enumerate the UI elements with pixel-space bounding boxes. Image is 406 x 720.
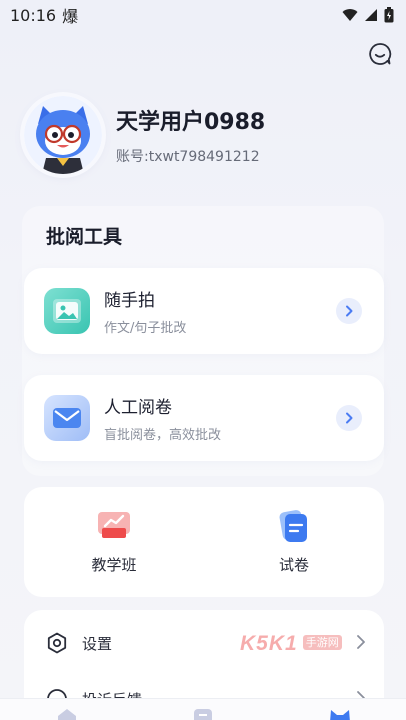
tool-subtitle: 盲批阅卷，高效批改 bbox=[104, 428, 222, 443]
status-bar: 10:16 爆 bbox=[0, 0, 406, 30]
cat-mascot-icon bbox=[24, 96, 102, 174]
document-icon bbox=[279, 509, 307, 542]
watermark-logo: K5K1 手游网 bbox=[240, 632, 352, 658]
battery-icon bbox=[384, 7, 394, 23]
watermark-sub: 手游网 bbox=[302, 635, 342, 650]
tool-subtitle: 作文/句子批改 bbox=[104, 321, 187, 336]
bottom-nav bbox=[0, 698, 406, 720]
chevron-right-icon bbox=[336, 405, 362, 431]
list-icon bbox=[194, 709, 212, 720]
quick-grid: 教学班 试卷 bbox=[24, 487, 384, 597]
avatar[interactable] bbox=[24, 96, 102, 174]
grid-label: 试卷 bbox=[278, 555, 309, 574]
signal-icon bbox=[365, 9, 377, 21]
grid-item-class[interactable]: 教学班 bbox=[24, 487, 204, 597]
tool-title: 随手拍 bbox=[104, 291, 155, 311]
chat-smile-icon bbox=[369, 43, 392, 65]
customer-service-button[interactable] bbox=[368, 42, 392, 66]
gear-icon bbox=[47, 632, 67, 654]
nav-home[interactable] bbox=[56, 707, 78, 720]
profile-header: 天学用户0988 账号:txwt798491212 bbox=[24, 96, 265, 174]
envelope-icon bbox=[44, 395, 90, 441]
settings-label: 设置 bbox=[82, 634, 113, 653]
nav-mine[interactable] bbox=[328, 707, 352, 720]
tool-title: 人工阅卷 bbox=[104, 398, 172, 418]
photo-icon bbox=[44, 288, 90, 334]
wifi-icon bbox=[342, 9, 358, 21]
status-indicator: 爆 bbox=[62, 7, 79, 26]
grid-item-papers[interactable]: 试卷 bbox=[204, 487, 384, 597]
chart-board-icon bbox=[98, 511, 130, 538]
chevron-right-icon bbox=[357, 635, 365, 649]
grid-label: 教学班 bbox=[91, 555, 137, 574]
username: 天学用户0988 bbox=[116, 110, 266, 135]
cat-mascot-icon bbox=[330, 710, 350, 720]
tool-card-manual-grading[interactable]: 人工阅卷 盲批阅卷，高效批改 bbox=[24, 375, 384, 461]
chevron-right-icon bbox=[336, 298, 362, 324]
account-id: 账号:txwt798491212 bbox=[116, 149, 260, 165]
status-time: 10:16 bbox=[10, 5, 57, 25]
watermark-text: K5K1 bbox=[240, 632, 298, 655]
tool-card-snapshot[interactable]: 随手拍 作文/句子批改 bbox=[24, 268, 384, 354]
section-title: 批阅工具 bbox=[46, 226, 123, 248]
nav-tasks[interactable] bbox=[192, 707, 214, 720]
home-icon bbox=[58, 709, 76, 720]
